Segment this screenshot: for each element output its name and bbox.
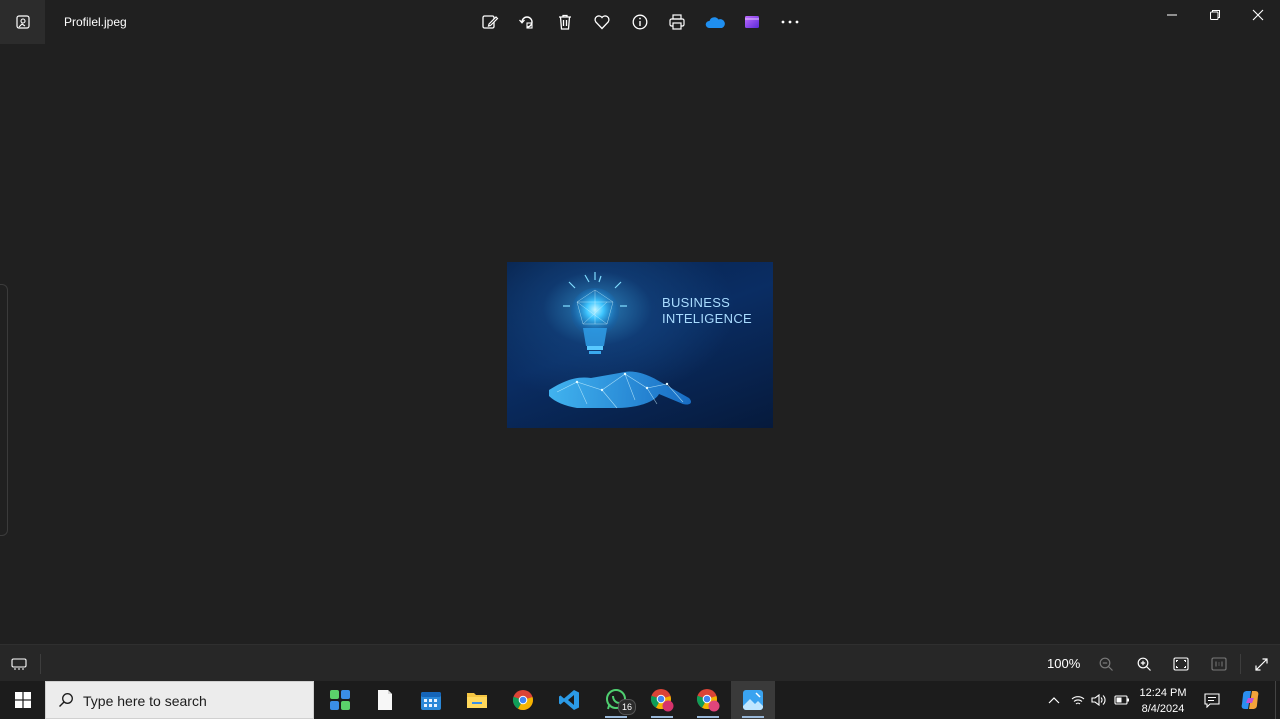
- search-icon: [59, 693, 73, 707]
- file-explorer-icon[interactable]: [455, 681, 499, 719]
- photos-app-icon[interactable]: [0, 0, 45, 44]
- whatsapp-notification-badge: 16: [618, 699, 636, 715]
- vscode-icon[interactable]: [547, 681, 591, 719]
- photo-caption-line2: INTELIGENCE: [662, 311, 752, 326]
- clock-time: 12:24 PM: [1139, 687, 1187, 699]
- taskbar-clock[interactable]: 12:24 PM 8/4/2024: [1134, 685, 1192, 717]
- delete-icon[interactable]: [546, 4, 584, 40]
- widgets-icon[interactable]: [318, 681, 362, 719]
- battery-icon[interactable]: [1112, 681, 1132, 719]
- notification-center-icon[interactable]: [1201, 681, 1223, 719]
- search-placeholder: Type here to search: [83, 693, 207, 709]
- zoom-in-icon[interactable]: [1131, 652, 1157, 676]
- rotate-icon[interactable]: [509, 4, 547, 40]
- windows-taskbar: Type here to search 16 12:24 PM 8/4/2024: [0, 681, 1280, 719]
- chrome-icon[interactable]: [501, 681, 545, 719]
- wifi-icon[interactable]: [1068, 681, 1088, 719]
- filmstrip-toggle-tab[interactable]: [0, 284, 8, 536]
- calendar-icon[interactable]: [409, 681, 453, 719]
- zoom-out-icon[interactable]: [1093, 652, 1119, 676]
- edit-icon[interactable]: [471, 4, 509, 40]
- bottom-status-bar: 100%: [0, 644, 1280, 682]
- clipchamp-icon[interactable]: [734, 4, 772, 40]
- close-icon[interactable]: [1236, 0, 1280, 30]
- volume-icon[interactable]: [1089, 681, 1109, 719]
- actual-size-icon[interactable]: [1206, 652, 1232, 676]
- photo-caption-line1: BUSINESS: [662, 295, 731, 310]
- more-icon[interactable]: [771, 4, 809, 40]
- clock-date: 8/4/2024: [1141, 703, 1185, 715]
- file-name: Profilel.jpeg: [64, 15, 127, 29]
- onedrive-icon[interactable]: [696, 4, 734, 40]
- notepad-file-icon[interactable]: [363, 681, 407, 719]
- lightbulb-hand-illustration: [549, 272, 691, 409]
- status-divider: [40, 654, 41, 674]
- chrome-profile-mo-icon[interactable]: [640, 681, 684, 719]
- photos-app-taskbar-icon[interactable]: [731, 681, 775, 719]
- info-icon[interactable]: [621, 4, 659, 40]
- chrome-profile-m-icon[interactable]: [686, 681, 730, 719]
- restore-icon[interactable]: [1193, 0, 1237, 30]
- show-hidden-icons-chevron-icon[interactable]: [1044, 681, 1064, 719]
- status-divider-right: [1240, 654, 1241, 674]
- filmstrip-icon[interactable]: [6, 653, 32, 675]
- photo-caption: BUSINESS INTELIGENCE: [662, 295, 752, 327]
- show-desktop-button[interactable]: [1275, 681, 1276, 719]
- image-toolbar: [471, 4, 809, 40]
- whatsapp-icon[interactable]: 16: [594, 681, 638, 719]
- taskbar-search-box[interactable]: Type here to search: [45, 681, 314, 719]
- fit-to-window-icon[interactable]: [1168, 652, 1194, 676]
- displayed-photo: BUSINESS INTELIGENCE: [507, 262, 773, 428]
- minimize-icon[interactable]: [1150, 0, 1194, 30]
- print-icon[interactable]: [659, 4, 697, 40]
- fullscreen-icon[interactable]: [1248, 652, 1274, 676]
- favorite-icon[interactable]: [584, 4, 622, 40]
- start-button-windows-icon[interactable]: [0, 681, 45, 719]
- title-bar: Profilel.jpeg: [0, 0, 1280, 44]
- zoom-level[interactable]: 100%: [1047, 656, 1080, 671]
- copilot-icon[interactable]: [1237, 681, 1263, 719]
